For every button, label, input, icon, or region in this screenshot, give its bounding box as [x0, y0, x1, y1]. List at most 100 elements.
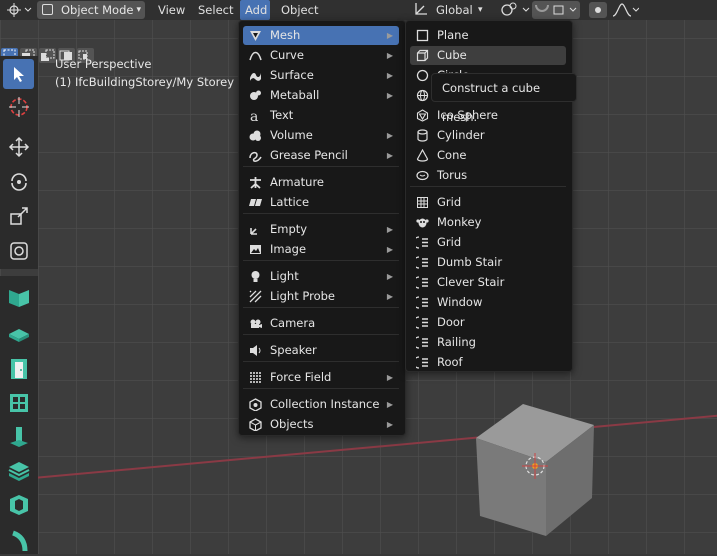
- submenu-arrow-icon: ▶: [386, 151, 393, 160]
- door-tool[interactable]: [3, 354, 34, 384]
- beam-tool[interactable]: [3, 456, 34, 486]
- add-menu-item-light-probe[interactable]: Light Probe ▶: [243, 287, 399, 306]
- menu-item-label: Dumb Stair: [437, 255, 503, 269]
- move-tool[interactable]: [3, 132, 34, 162]
- svg-text:a: a: [250, 109, 258, 122]
- objects-icon: [249, 418, 262, 431]
- column-tool[interactable]: [3, 422, 34, 452]
- wall-tool[interactable]: [3, 282, 34, 312]
- mesh-menu-item-monkey[interactable]: Monkey: [410, 213, 566, 232]
- metaball-icon: [250, 90, 261, 100]
- rotate-tool[interactable]: [3, 166, 34, 196]
- slab-tool[interactable]: [3, 320, 34, 350]
- add-menu: Mesh ▶ Curve ▶ Surface ▶ Metaball ▶ a Text Volume ▶…: [238, 20, 406, 436]
- mesh-menu-item-door[interactable]: Door: [410, 313, 566, 332]
- mesh-menu-item-window[interactable]: Window: [410, 293, 566, 312]
- mesh-menu-item-ico-sphere[interactable]: Ico Sphere: [410, 106, 566, 125]
- menu-item-label: Cube: [437, 48, 467, 62]
- add-menu-item-text[interactable]: a Text: [243, 106, 399, 125]
- chevron-down-icon[interactable]: ▾: [478, 1, 483, 19]
- mesh-menu-item-cylinder[interactable]: Cylinder: [410, 126, 566, 145]
- submenu-arrow-icon: ▶: [386, 91, 393, 100]
- slab-icon: [8, 329, 29, 342]
- submenu-arrow-icon: ▶: [386, 272, 393, 281]
- move-icon: [8, 136, 29, 158]
- mode-label: Object Mode: [61, 3, 134, 17]
- mesh-menu-item-clever-stair[interactable]: Clever Stair: [410, 273, 566, 292]
- light-probe-icon: [249, 290, 262, 303]
- add-menu-item-light[interactable]: Light ▶: [243, 267, 399, 286]
- element-tool[interactable]: [3, 490, 34, 520]
- add-menu-item-camera[interactable]: Camera: [243, 314, 399, 333]
- add-menu-item-curve[interactable]: Curve ▶: [243, 46, 399, 65]
- cursor-arrow-icon: [13, 67, 24, 82]
- submenu-arrow-icon: ▶: [386, 225, 393, 234]
- tool-shelf: [0, 56, 38, 269]
- lattice-icon: [249, 199, 262, 206]
- select-box-tool[interactable]: [3, 59, 34, 89]
- menu-item-label: Mesh: [270, 28, 301, 42]
- add-menu-item-lattice[interactable]: Lattice: [243, 193, 399, 212]
- select-subtract-button[interactable]: [39, 48, 56, 63]
- menu-select[interactable]: Select: [198, 1, 233, 19]
- add-menu-item-metaball[interactable]: Metaball ▶: [243, 86, 399, 105]
- door-icon: [416, 316, 428, 329]
- scale-tool[interactable]: [3, 201, 34, 231]
- menu-item-label: Grease Pencil: [270, 148, 348, 162]
- pipe-tool[interactable]: [3, 526, 34, 556]
- orientation-label[interactable]: Global: [436, 1, 473, 19]
- add-menu-item-speaker[interactable]: Speaker: [243, 341, 399, 360]
- menu-add[interactable]: Add: [245, 1, 267, 19]
- mesh-menu-item-cone[interactable]: Cone: [410, 146, 566, 165]
- mesh-menu-item-roof[interactable]: Roof: [410, 353, 566, 372]
- add-menu-item-empty[interactable]: Empty ▶: [243, 220, 399, 239]
- mesh-menu-item-grid[interactable]: Grid: [410, 233, 566, 252]
- mesh-menu-item-grid[interactable]: Grid: [410, 193, 566, 212]
- empty-icon: [250, 228, 257, 235]
- mesh-menu-item-dumb-stair[interactable]: Dumb Stair: [410, 253, 566, 272]
- add-menu-item-surface[interactable]: Surface ▶: [243, 66, 399, 85]
- add-menu-item-image[interactable]: Image ▶: [243, 240, 399, 259]
- menu-item-label: Monkey: [437, 215, 482, 229]
- torus-icon: [416, 170, 429, 181]
- menu-item-label: Speaker: [270, 343, 317, 357]
- window-tool[interactable]: [3, 388, 34, 418]
- plane-icon: [416, 29, 429, 42]
- grease-pencil-icon: [249, 151, 262, 162]
- mesh-menu-item-plane[interactable]: Plane: [410, 26, 566, 45]
- menu-item-label: Curve: [270, 48, 304, 62]
- menu-object[interactable]: Object: [281, 1, 318, 19]
- add-menu-item-grease-pencil[interactable]: Grease Pencil ▶: [243, 146, 399, 165]
- submenu-arrow-icon: ▶: [386, 51, 393, 60]
- viewport-header: Object Mode ▾ View Select Add Object Glo…: [0, 0, 717, 20]
- window-icon: [416, 296, 428, 309]
- proportional-edit-icon[interactable]: [589, 1, 640, 19]
- menu-view[interactable]: View: [158, 1, 185, 19]
- orientation-icon[interactable]: [413, 1, 429, 19]
- editor-type-icon[interactable]: [6, 1, 32, 19]
- stair-icon: [416, 256, 428, 269]
- bim-tool-shelf: [0, 276, 38, 554]
- pivot-icon[interactable]: [498, 1, 534, 19]
- cursor-tool[interactable]: [3, 92, 34, 122]
- add-menu-item-mesh[interactable]: Mesh ▶: [243, 26, 399, 45]
- menu-item-label: Light Probe: [270, 289, 335, 303]
- snap-toggle[interactable]: [532, 1, 580, 19]
- mode-selector[interactable]: Object Mode ▾: [37, 1, 145, 19]
- menu-item-label: Torus: [437, 168, 468, 182]
- mesh-menu-item-railing[interactable]: Railing: [410, 333, 566, 352]
- railing-icon: [416, 336, 428, 349]
- submenu-arrow-icon: ▶: [386, 71, 393, 80]
- add-menu-item-armature[interactable]: Armature: [243, 173, 399, 192]
- add-menu-item-force-field[interactable]: Force Field ▶: [243, 368, 399, 387]
- mesh-menu-item-cube[interactable]: Cube: [410, 46, 566, 65]
- transform-tool[interactable]: [3, 236, 34, 266]
- add-menu-item-collection-instance[interactable]: Collection Instance ▶: [243, 395, 399, 414]
- add-menu-item-volume[interactable]: Volume ▶: [243, 126, 399, 145]
- mesh-menu-item-torus[interactable]: Torus: [410, 166, 566, 185]
- menu-item-label: Text: [270, 108, 294, 122]
- cube-object[interactable]: [470, 398, 600, 538]
- add-menu-item-objects[interactable]: Objects ▶: [243, 415, 399, 434]
- menu-item-label: Roof: [437, 355, 463, 369]
- menu-item-label: Surface: [270, 68, 314, 82]
